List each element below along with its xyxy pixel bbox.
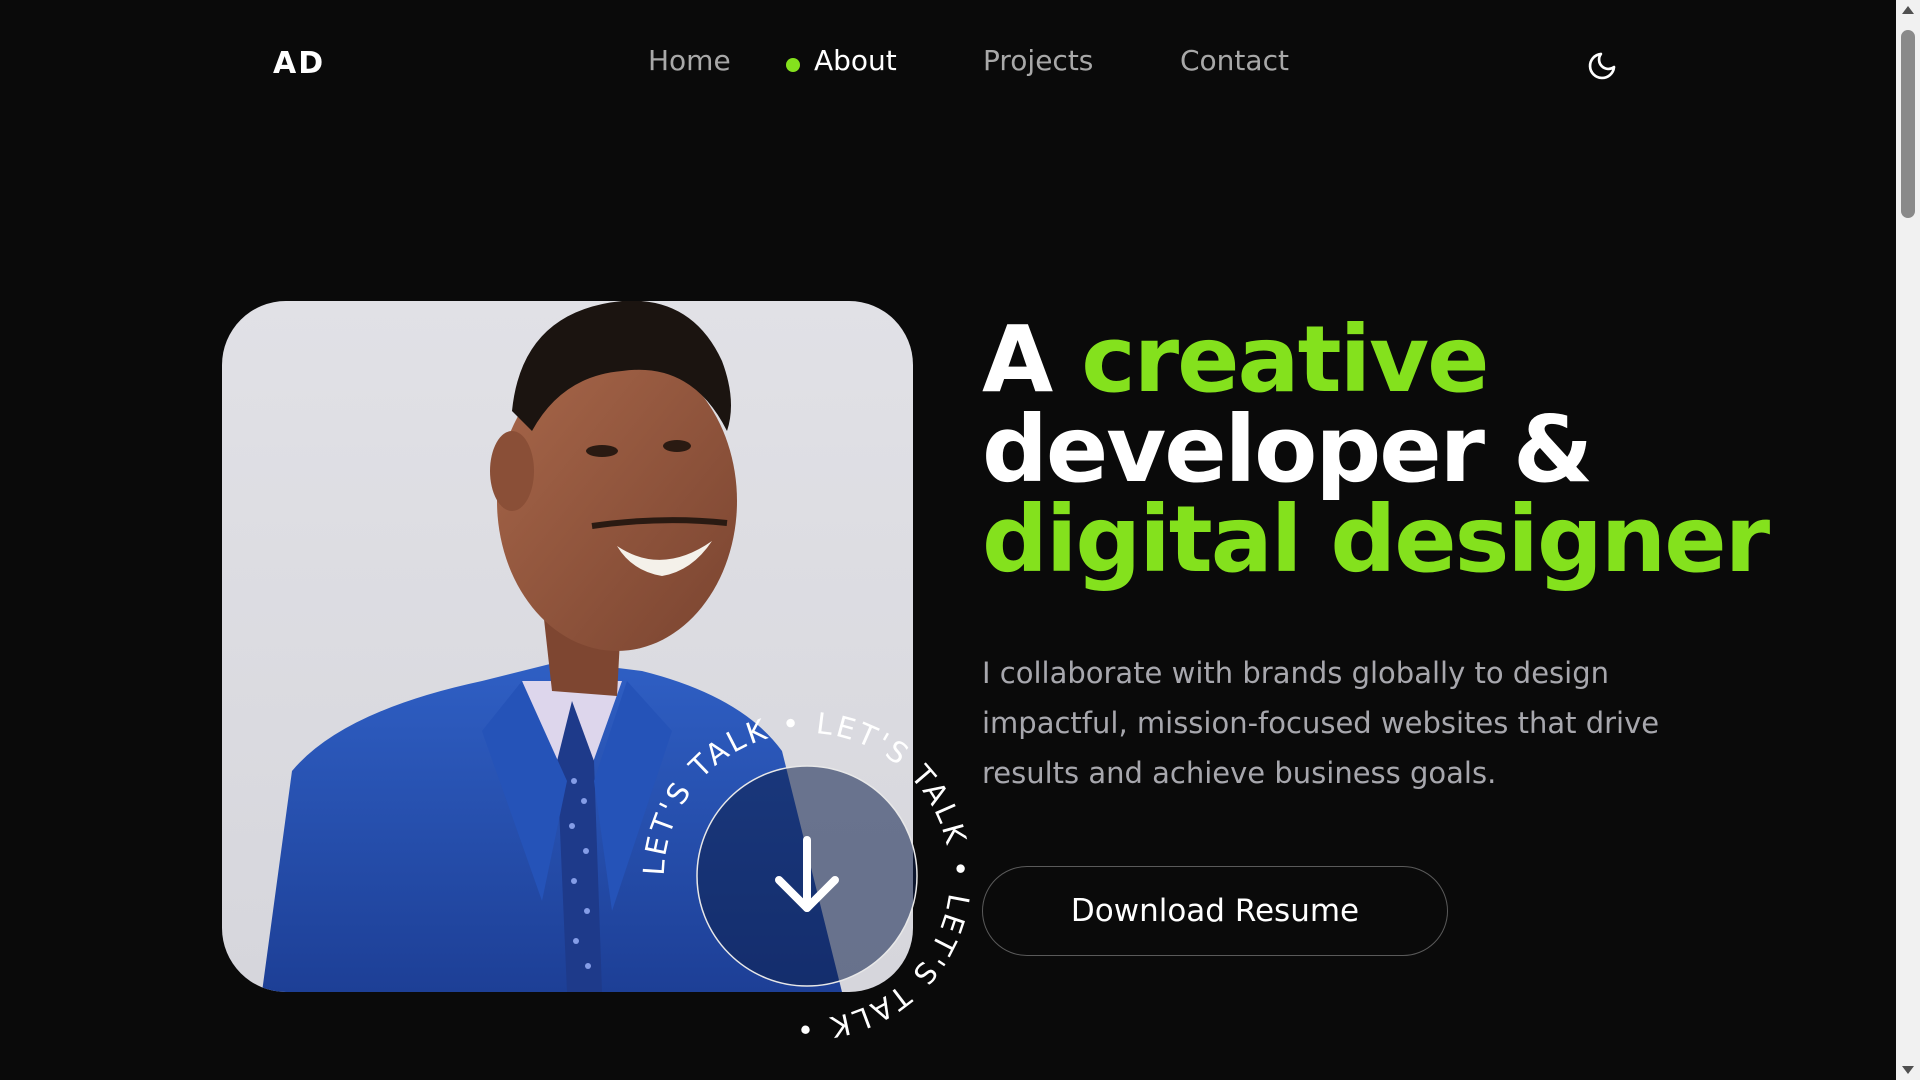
nav-item-home[interactable]: Home (648, 44, 731, 77)
hero-title-line-3: digital designer (982, 486, 1770, 593)
page: AD Home About Projects Contact LET'S TAL… (0, 0, 1896, 1080)
lets-talk-ring: LET'S TALK • LET'S TALK • LET'S TALK • (637, 706, 975, 1046)
hero-title: A creative developer & digital designer (982, 314, 1770, 593)
scrollbar-thumb[interactable] (1901, 30, 1915, 218)
hero-title-line-2: developer & (982, 396, 1593, 503)
download-resume-button[interactable]: Download Resume (982, 866, 1448, 956)
active-indicator-dot (786, 58, 800, 72)
brand-logo[interactable]: AD (273, 46, 325, 81)
lets-talk-badge[interactable]: LET'S TALK • LET'S TALK • LET'S TALK • (621, 690, 993, 1062)
scroll-up-arrow-icon[interactable] (1896, 0, 1920, 20)
theme-toggle-button[interactable] (1584, 48, 1620, 84)
nav-item-label: About (814, 44, 897, 77)
nav-item-about[interactable]: About (786, 44, 897, 77)
nav-item-projects[interactable]: Projects (983, 44, 1093, 77)
nav-item-contact[interactable]: Contact (1180, 44, 1289, 77)
scroll-down-arrow-icon[interactable] (1896, 1060, 1920, 1080)
hero-subtitle: I collaborate with brands globally to de… (982, 656, 1660, 790)
vertical-scrollbar[interactable] (1896, 0, 1920, 1080)
moon-icon (1588, 52, 1616, 80)
